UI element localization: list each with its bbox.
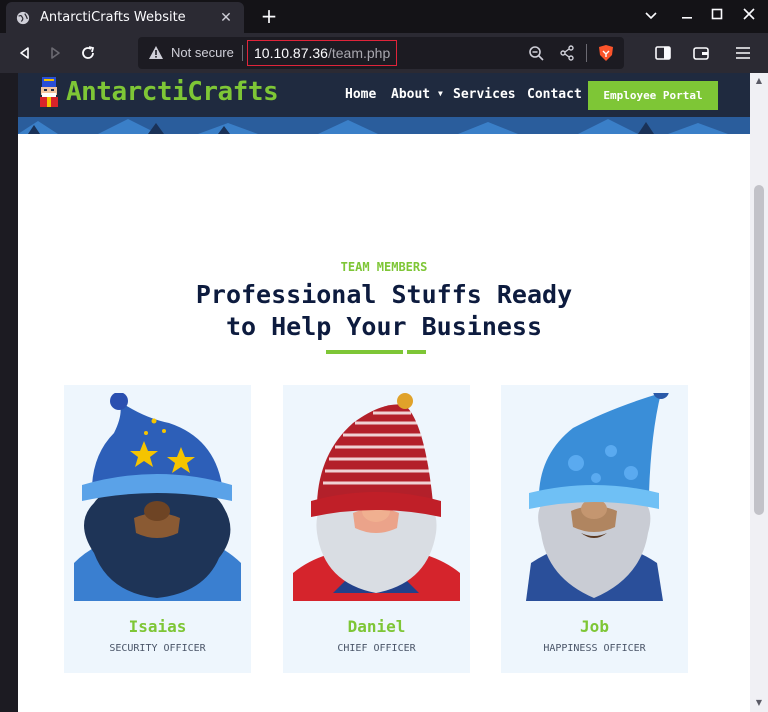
chevron-down-icon[interactable] <box>639 4 663 28</box>
site-nav: AntarctiCrafts Home About ▼ Services Con… <box>18 73 750 117</box>
nav-home[interactable]: Home <box>345 87 376 102</box>
maximize-icon[interactable] <box>705 4 729 28</box>
employee-portal-button[interactable]: Employee Portal <box>588 81 718 110</box>
nutcracker-logo-icon <box>40 77 58 107</box>
caret-down-icon: ▼ <box>437 89 443 98</box>
reload-icon[interactable] <box>76 41 100 65</box>
minimize-icon[interactable] <box>675 4 699 28</box>
tab-bar: AntarctiCrafts Website ✕ + <box>0 0 768 33</box>
window-close-icon[interactable] <box>737 4 761 28</box>
nav-contact[interactable]: Contact <box>527 87 582 102</box>
gnome-avatar <box>74 393 241 601</box>
back-icon[interactable] <box>12 41 36 65</box>
plus-icon[interactable]: + <box>258 5 280 27</box>
url-text[interactable]: 10.10.87.36/team.php <box>247 40 398 66</box>
section-title: Professional Stuffs Ready to Help Your B… <box>18 279 750 343</box>
brave-shield-icon[interactable] <box>597 44 615 62</box>
site-logo[interactable]: AntarctiCrafts <box>36 77 279 107</box>
warning-icon[interactable] <box>148 45 164 61</box>
share-icon[interactable] <box>559 45 575 61</box>
section-tag: TEAM MEMBERS <box>340 260 428 274</box>
site-header: AntarctiCrafts Home About ▼ Services Con… <box>18 73 750 134</box>
member-name: Job <box>580 617 609 636</box>
web-page: AntarctiCrafts Home About ▼ Services Con… <box>18 73 750 712</box>
gnome-avatar <box>293 393 460 601</box>
section-title-line: to Help Your Business <box>225 312 543 341</box>
menu-icon[interactable] <box>731 41 755 65</box>
nav-about[interactable]: About ▼ <box>391 87 443 102</box>
team-card[interactable]: Isaias SECURITY OFFICER <box>64 385 251 673</box>
address-bar[interactable]: Not secure 10.10.87.36/team.php <box>138 37 624 69</box>
team-card[interactable]: Job HAPPINESS OFFICER <box>501 385 688 673</box>
logo-text: AntarctiCrafts <box>66 77 279 107</box>
section-title-line: Professional Stuffs Ready <box>195 280 573 309</box>
url-path: /team.php <box>327 45 391 61</box>
team-card[interactable]: Daniel CHIEF OFFICER <box>283 385 470 673</box>
hero-banner-edge <box>18 117 750 134</box>
gnome-avatar <box>511 393 678 601</box>
forward-icon[interactable] <box>44 41 68 65</box>
globe-icon <box>16 11 30 24</box>
scroll-thumb[interactable] <box>754 185 764 515</box>
security-label[interactable]: Not secure <box>171 45 234 60</box>
member-role: SECURITY OFFICER <box>109 643 206 654</box>
page-viewport: AntarctiCrafts Home About ▼ Services Con… <box>0 73 768 712</box>
title-underline <box>326 350 403 354</box>
member-name: Daniel <box>347 617 406 636</box>
title-underline-accent <box>407 350 426 354</box>
close-icon[interactable]: ✕ <box>218 10 234 26</box>
nav-about-label: About <box>391 87 431 102</box>
member-role: CHIEF OFFICER <box>337 643 416 654</box>
scroll-up-icon[interactable]: ▲ <box>754 77 764 85</box>
wallet-icon[interactable] <box>689 41 713 65</box>
member-role: HAPPINESS OFFICER <box>543 643 646 654</box>
zoom-icon[interactable] <box>528 45 544 61</box>
url-divider <box>586 44 587 62</box>
page-scrollbar[interactable]: ▲ ▼ <box>750 73 768 712</box>
hero-banner-art <box>18 117 750 134</box>
browser-tab[interactable]: AntarctiCrafts Website ✕ <box>6 2 244 33</box>
member-name: Isaias <box>128 617 187 636</box>
navigation-bar: Not secure 10.10.87.36/team.php <box>0 33 768 73</box>
url-host: 10.10.87.36 <box>254 45 328 61</box>
nav-services[interactable]: Services <box>453 87 516 102</box>
sidebar-icon[interactable] <box>651 41 675 65</box>
tab-title: AntarctiCrafts Website <box>40 10 186 25</box>
scroll-down-icon[interactable]: ▼ <box>754 699 764 707</box>
url-divider <box>242 45 243 61</box>
